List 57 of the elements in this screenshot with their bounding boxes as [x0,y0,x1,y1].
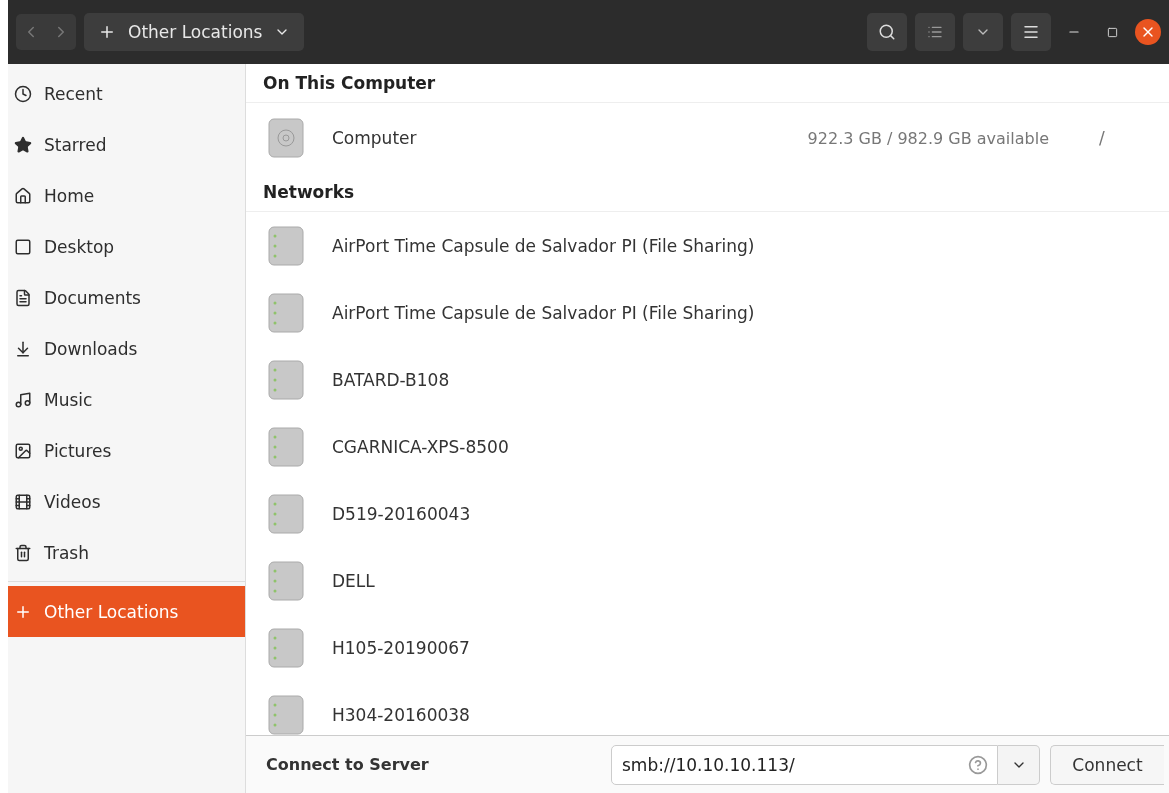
sidebar-item[interactable]: Trash [8,527,245,578]
network-name[interactable]: AirPort Time Capsule de Salvador PI (File Sharing) [332,302,1169,323]
server-icon [268,560,304,601]
location-name[interactable]: Computer [332,128,780,148]
location-button[interactable]: Other Locations [84,13,305,51]
disk-space: 922.3 GB / 982.9 GB available [807,128,1049,148]
sidebar-item[interactable]: Documents [8,272,245,323]
network-name[interactable]: D519-20160043 [332,503,1169,524]
network-name[interactable]: H304-20160038 [332,704,1169,725]
history-dropdown-button[interactable] [998,744,1040,785]
server-icon [268,627,304,668]
search-button[interactable] [867,13,907,51]
sidebar-item[interactable]: Music [8,374,245,425]
download-icon [14,339,32,358]
menu-button[interactable] [1011,13,1051,51]
network-name[interactable]: H105-20190067 [332,637,1169,658]
server-address-field[interactable]: smb://10.10.10.113/ [611,744,998,785]
server-icon [268,493,304,534]
server-icon [268,426,304,467]
sidebar-item[interactable]: Pictures [8,425,245,476]
section-heading: Networks [246,173,1169,212]
sidebar-item[interactable]: Starred [8,119,245,170]
help-icon[interactable] [968,754,988,775]
maximize-icon [1106,26,1118,38]
music-note-icon [14,390,32,409]
sidebar-item[interactable]: Downloads [8,323,245,374]
desktop-icon [14,237,32,256]
search-icon [878,23,896,41]
disk-drive-icon [268,118,304,158]
star-icon [14,135,32,154]
sidebar-item[interactable]: Recent [8,68,245,119]
sidebar-item[interactable]: Desktop [8,221,245,272]
section-heading: On This Computer [246,64,1169,103]
sidebar-item[interactable]: Other Locations [8,586,245,637]
film-icon [14,492,32,511]
connect-label: Connect to Server [266,755,430,774]
plus-icon [98,23,116,41]
menu-icon [1022,23,1040,41]
server-icon [268,292,304,333]
house-icon [14,186,32,205]
connect-button[interactable]: Connect [1050,744,1164,785]
mount-point: / [1098,128,1106,148]
server-icon [268,359,304,400]
trash-icon [14,543,32,562]
sidebar-item[interactable]: Home [8,170,245,221]
network-name[interactable]: BATARD-B108 [332,369,1169,390]
network-name[interactable]: DELL [332,570,1169,591]
sidebar-item[interactable]: Videos [8,476,245,527]
network-name[interactable]: CGARNICA-XPS-8500 [332,436,1169,457]
image-icon [14,441,32,460]
list-icon [927,24,943,40]
server-icon [268,225,304,266]
close-button[interactable] [1135,19,1161,45]
list-view-button[interactable] [915,13,955,51]
clock-icon [14,84,32,103]
network-name[interactable]: AirPort Time Capsule de Salvador PI (File Sharing) [332,235,1169,256]
document-icon [14,288,32,307]
